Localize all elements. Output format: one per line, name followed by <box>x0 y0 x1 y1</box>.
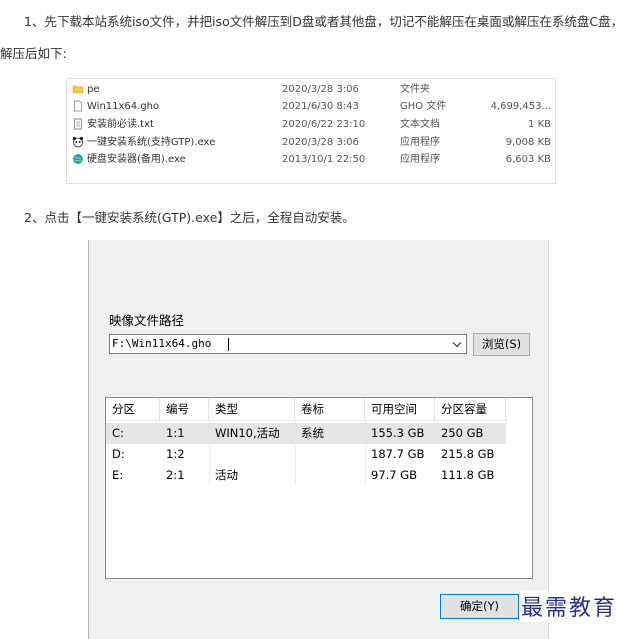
ok-button[interactable]: 确定(Y) <box>440 594 519 619</box>
file-type: 文件夹 <box>400 84 430 95</box>
column-header[interactable]: 可用空间 <box>365 398 435 420</box>
cell-capacity: 215.8 GB <box>441 447 495 461</box>
file-size: 4,699,453... <box>490 101 551 112</box>
file-row[interactable]: 硬盘安装器(备用).exe 2013/10/1 22:50 应用程序 6,603… <box>67 151 555 168</box>
file-size: 6,603 KB <box>505 154 551 165</box>
column-header[interactable]: 分区 <box>106 398 160 420</box>
globe-app-icon <box>73 154 83 164</box>
cell-drive: D: <box>112 447 125 461</box>
file-date: 2021/6/30 8:43 <box>282 101 359 112</box>
file-row[interactable]: 安装前必读.txt 2020/6/22 23:10 文本文档 1 KB <box>67 116 555 133</box>
file-type: 应用程序 <box>400 137 440 148</box>
file-type: GHO 文件 <box>400 101 447 112</box>
cell-type <box>209 444 215 465</box>
file-name: 一键安装系统(支持GTP).exe <box>87 137 216 148</box>
cell-label <box>295 444 301 465</box>
file-size: 1 KB <box>528 119 551 130</box>
cell-label <box>295 465 301 486</box>
file-date: 2020/6/22 23:10 <box>282 119 366 130</box>
step1-line2: 解压后如下: <box>0 46 67 61</box>
cell-drive: C: <box>112 426 124 440</box>
installer-dialog: 映像文件路径 F:\Win11x64.gho 浏览(S) 分区 编号 类型 卷标… <box>88 240 549 639</box>
step1-instructions: 1、先下载本站系统iso文件，并把iso文件解压到D盘或者其他盘，切记不能解压在… <box>0 6 643 70</box>
partition-row[interactable]: D: 1:2 187.7 GB 215.8 GB <box>106 444 506 465</box>
browse-button[interactable]: 浏览(S) <box>473 333 530 356</box>
column-header[interactable]: 分区容量 <box>435 398 506 420</box>
file-size: 9,008 KB <box>505 137 551 148</box>
file-date: 2020/3/28 3:06 <box>282 84 359 95</box>
cell-number: 1:1 <box>166 426 185 440</box>
file-name: 安装前必读.txt <box>87 119 154 130</box>
cell-label: 系统 <box>301 426 324 440</box>
cell-free-space: 97.7 GB <box>371 468 418 482</box>
cell-free-space: 155.3 GB <box>371 426 425 440</box>
file-name: 硬盘安装器(备用).exe <box>87 154 186 165</box>
partition-table-header: 分区 编号 类型 卷标 可用空间 分区容量 <box>106 398 506 421</box>
column-header[interactable]: 类型 <box>209 398 295 420</box>
file-name: Win11x64.gho <box>87 101 160 112</box>
image-path-label: 映像文件路径 <box>109 313 185 328</box>
file-row[interactable]: pe 2020/3/28 3:06 文件夹 <box>67 81 555 98</box>
step1-line1: 1、先下载本站系统iso文件，并把iso文件解压到D盘或者其他盘，切记不能解压在… <box>24 14 624 29</box>
cell-capacity: 250 GB <box>441 426 484 440</box>
column-header[interactable]: 卷标 <box>295 398 365 420</box>
folder-icon <box>72 85 84 94</box>
file-row[interactable]: Win11x64.gho 2021/6/30 8:43 GHO 文件 4,699… <box>67 98 555 115</box>
column-header[interactable]: 编号 <box>160 398 209 420</box>
cell-number: 2:1 <box>166 468 185 482</box>
cell-free-space: 187.7 GB <box>371 447 425 461</box>
partition-table[interactable]: 分区 编号 类型 卷标 可用空间 分区容量 C: 1:1 WIN10,活动 系统… <box>105 397 533 579</box>
file-type: 应用程序 <box>400 154 440 165</box>
text-caret <box>228 338 229 351</box>
file-date: 2020/3/28 3:06 <box>282 137 359 148</box>
image-path-value: F:\Win11x64.gho <box>112 337 212 350</box>
file-list: pe 2020/3/28 3:06 文件夹 Win11x64.gho 2021/… <box>66 78 556 184</box>
cell-type: WIN10,活动 <box>215 426 280 440</box>
file-type: 文本文档 <box>400 119 440 130</box>
cell-type: 活动 <box>215 468 238 482</box>
file-date: 2013/10/1 22:50 <box>282 154 366 165</box>
cell-drive: E: <box>112 468 124 482</box>
watermark-logo: 最需教育 <box>519 590 620 622</box>
file-row[interactable]: 一键安装系统(支持GTP).exe 2020/3/28 3:06 应用程序 9,… <box>67 134 555 151</box>
text-file-icon <box>74 118 82 130</box>
panda-app-icon <box>72 136 84 148</box>
file-name: pe <box>87 84 100 95</box>
step2-instruction: 2、点击【一键安装系统(GTP).exe】之后，全程自动安装。 <box>24 210 355 225</box>
partition-row[interactable]: C: 1:1 WIN10,活动 系统 155.3 GB 250 GB <box>106 423 506 444</box>
partition-row[interactable]: E: 2:1 活动 97.7 GB 111.8 GB <box>106 465 506 486</box>
cell-capacity: 111.8 GB <box>441 468 495 482</box>
chevron-down-icon[interactable] <box>450 338 464 351</box>
image-path-combobox[interactable]: F:\Win11x64.gho <box>109 334 467 354</box>
cell-number: 1:2 <box>166 447 185 461</box>
file-icon <box>74 100 82 112</box>
